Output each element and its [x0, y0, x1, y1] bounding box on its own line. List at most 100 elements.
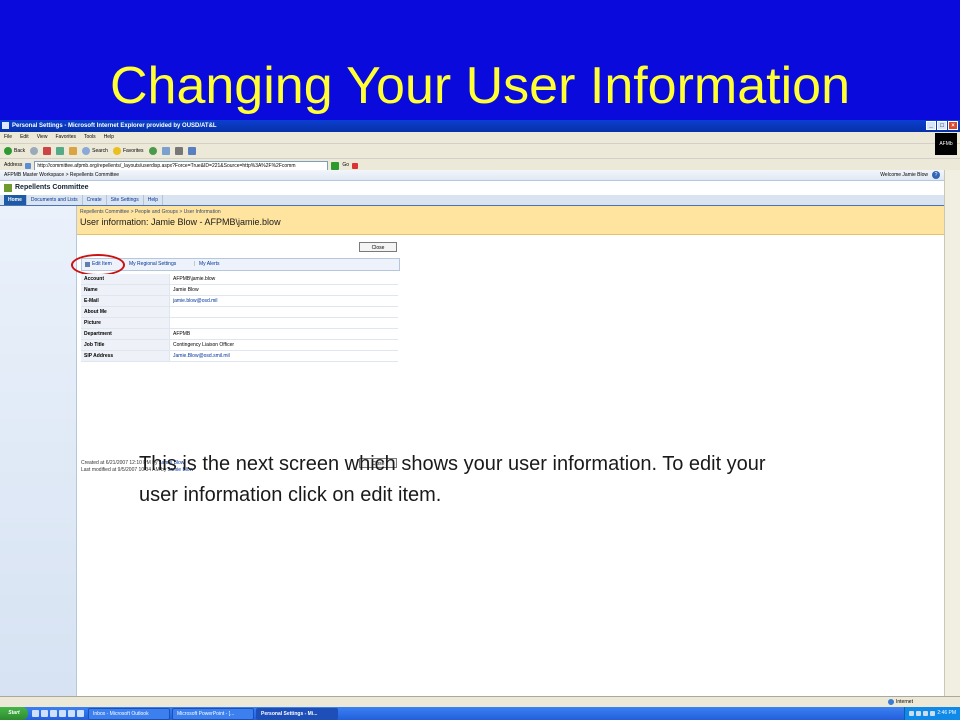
search-icon	[82, 147, 91, 155]
stop-icon[interactable]	[43, 147, 52, 155]
taskbar-item-powerpoint[interactable]: Microsoft PowerPoint - [...	[172, 707, 254, 720]
quicklaunch-outlook-icon[interactable]	[59, 710, 66, 717]
help-icon[interactable]: ?	[932, 171, 940, 179]
field-label: Job Title	[81, 339, 170, 351]
windows-taskbar: Start Inbox - Microsoft Outlook Microsof…	[0, 707, 960, 720]
menu-file[interactable]: File	[4, 132, 12, 143]
start-button[interactable]: Start	[0, 707, 28, 720]
field-value	[169, 306, 398, 318]
home-icon[interactable]	[69, 147, 78, 155]
favorites-button[interactable]: Favorites	[112, 144, 144, 158]
window-title: Personal Settings - Microsoft Internet E…	[12, 123, 217, 129]
table-row: E-Mail jamie.blow@osd.mil	[81, 295, 398, 307]
refresh-icon[interactable]	[56, 147, 65, 155]
edit-page-icon[interactable]	[187, 147, 196, 155]
quicklaunch-explorer-icon[interactable]	[68, 710, 75, 717]
field-value: Jamie Blow	[169, 284, 398, 296]
quicklaunch-ie-icon[interactable]	[32, 710, 39, 717]
email-link[interactable]: jamie.blow@osd.mil	[169, 295, 398, 307]
slide-caption: This is the next screen which shows your…	[139, 449, 896, 511]
table-row: Name Jamie Blow	[81, 284, 398, 296]
site-title-bar: Repellents Committee	[0, 181, 944, 195]
field-label: About Me	[81, 306, 170, 318]
field-label: Department	[81, 328, 170, 340]
close-window-button[interactable]: ×	[948, 121, 958, 130]
caption-line: This is the next screen which shows your…	[139, 453, 766, 475]
mail-icon[interactable]	[161, 147, 170, 155]
taskbar-item-ie[interactable]: Personal Settings - Mi...	[256, 707, 338, 720]
edit-item-highlight-circle	[71, 254, 125, 276]
volume-icon[interactable]	[930, 711, 936, 716]
page-title: User information: Jamie Blow - AFPMB\jam…	[80, 217, 281, 227]
minimize-button[interactable]: _	[926, 121, 936, 130]
global-breadcrumb-bar: AFPMB Master Workspace > Repellents Comm…	[0, 170, 944, 181]
status-bar: Internet	[0, 696, 960, 707]
back-button[interactable]: Back	[4, 144, 25, 158]
field-label: Name	[81, 284, 170, 296]
history-icon[interactable]	[148, 147, 157, 155]
status-zone-label: Internet	[896, 699, 913, 705]
browser-logo: AFMb	[935, 133, 957, 155]
tab-help[interactable]: Help	[144, 195, 163, 205]
quicklaunch-excel-icon[interactable]	[50, 710, 57, 717]
menu-bar: File Edit View Favorites Tools Help	[0, 132, 960, 144]
search-label: Search	[92, 148, 108, 154]
ie-window-icon	[2, 122, 9, 129]
user-properties-table: Account AFPMB\jamie.blow Name Jamie Blow E…	[81, 274, 398, 362]
table-row: About Me	[81, 306, 398, 318]
browser-toolbar: Back Search Favorites	[0, 144, 960, 159]
tray-icon[interactable]	[916, 711, 922, 716]
global-breadcrumb[interactable]: AFPMB Master Workspace > Repellents Comm…	[4, 172, 119, 178]
favorites-label: Favorites	[122, 148, 144, 154]
tray-icon[interactable]	[909, 711, 915, 716]
table-row: SIP Address Jamie.Blow@osd.smil.mil	[81, 350, 398, 362]
menu-edit[interactable]: Edit	[20, 132, 29, 143]
search-button[interactable]: Search	[82, 144, 108, 158]
tray-icon[interactable]	[923, 711, 929, 716]
go-arrow-icon[interactable]	[331, 161, 340, 170]
forward-arrow-icon[interactable]	[30, 147, 39, 155]
menu-view[interactable]: View	[37, 132, 48, 143]
browser-screenshot: Personal Settings - Microsoft Internet E…	[0, 120, 960, 720]
tab-site-settings[interactable]: Site Settings	[107, 195, 144, 205]
my-alerts-link[interactable]: My Alerts	[199, 259, 220, 270]
quicklaunch-word-icon[interactable]	[41, 710, 48, 717]
field-label: SIP Address	[81, 350, 170, 362]
toolbar-extra-icon[interactable]	[352, 162, 359, 169]
tab-home[interactable]: Home	[4, 195, 27, 205]
tab-create[interactable]: Create	[83, 195, 107, 205]
site-logo-icon	[4, 184, 12, 192]
field-value: AFPMB	[169, 328, 398, 340]
sip-address-link[interactable]: Jamie.Blow@osd.smil.mil	[169, 350, 398, 362]
back-arrow-icon	[4, 147, 12, 155]
field-label: Account	[81, 274, 170, 285]
menu-tools[interactable]: Tools	[84, 132, 96, 143]
taskbar-item-outlook[interactable]: Inbox - Microsoft Outlook	[88, 707, 170, 720]
vertical-scrollbar[interactable]	[944, 170, 960, 710]
welcome-menu[interactable]: Welcome Jamie Blow	[880, 170, 928, 180]
quicklaunch-desktop-icon[interactable]	[77, 710, 84, 717]
browser-title-bar: Personal Settings - Microsoft Internet E…	[0, 120, 960, 132]
field-value: Contingency Liaison Officer	[169, 339, 398, 351]
table-row: Job Title Contingency Liaison Officer	[81, 339, 398, 351]
tab-documents-and-lists[interactable]: Documents and Lists	[27, 195, 83, 205]
browser-chrome: File Edit View Favorites Tools Help Back…	[0, 132, 960, 173]
favorites-star-icon	[112, 147, 121, 155]
menu-favorites[interactable]: Favorites	[55, 132, 76, 143]
table-row: Picture	[81, 317, 398, 329]
print-icon[interactable]	[174, 147, 183, 155]
breadcrumb[interactable]: Repellents Committee > People and Groups…	[80, 206, 944, 217]
close-button-top[interactable]: Close	[359, 242, 397, 252]
address-input[interactable]: http://committee.afpmb.org/repellents/_l…	[34, 160, 329, 171]
back-label: Back	[14, 148, 26, 154]
site-title[interactable]: Repellents Committee	[15, 181, 89, 195]
quick-launch-icons	[28, 710, 88, 717]
table-row: Department AFPMB	[81, 328, 398, 340]
clock: 2:46 PM	[937, 710, 956, 716]
slide-title: Changing Your User Information	[109, 57, 850, 115]
field-label: E-Mail	[81, 295, 170, 307]
maximize-button[interactable]: □	[937, 121, 947, 130]
field-value	[169, 317, 398, 329]
menu-help[interactable]: Help	[104, 132, 114, 143]
regional-settings-link[interactable]: My Regional Settings	[129, 259, 176, 270]
